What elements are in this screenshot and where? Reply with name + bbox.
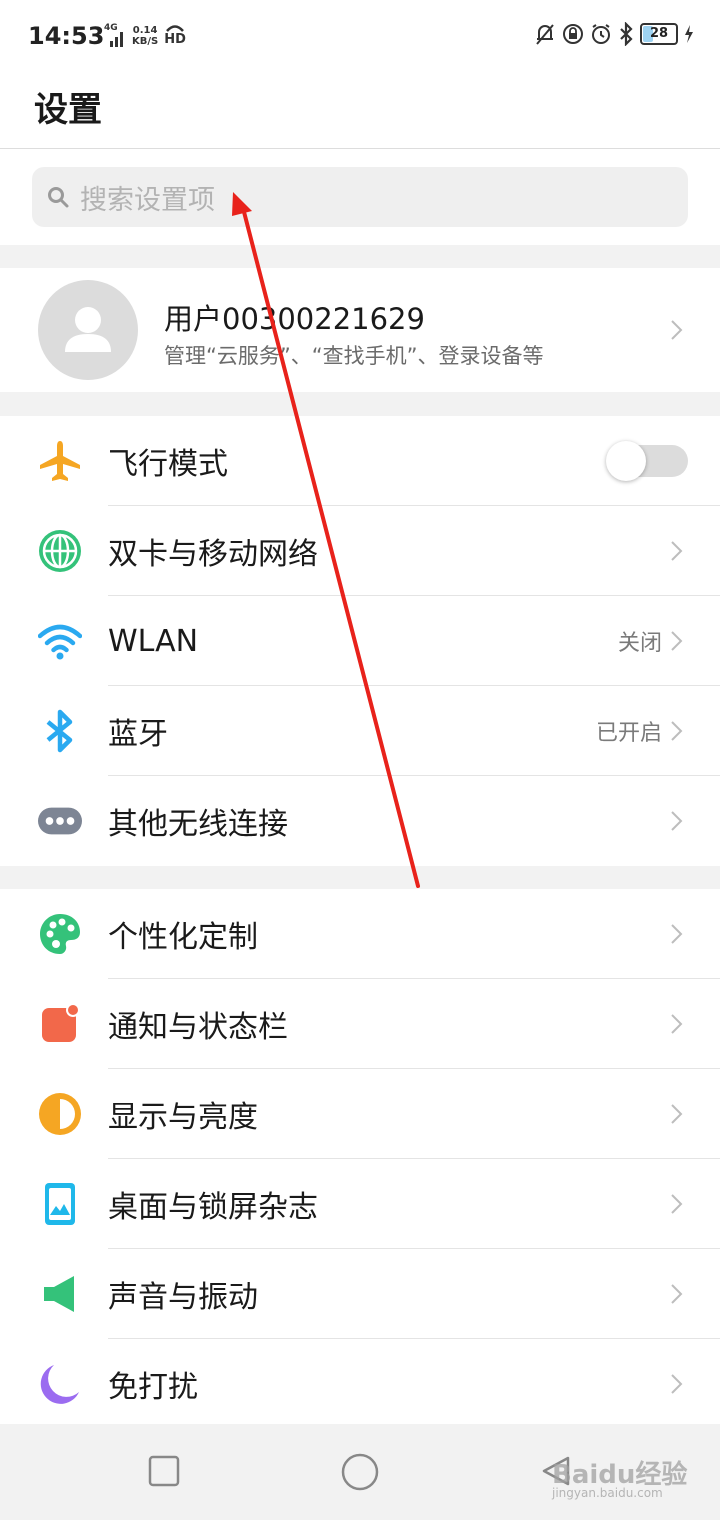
status-bar: 14:53 4G 0.14 KB/S HD 28	[0, 0, 720, 74]
airplane-icon	[38, 439, 82, 483]
navigation-bar: Baidu经验 jingyan.baidu.com	[0, 1424, 720, 1520]
network-indicator: 4G 0.14 KB/S HD	[104, 23, 186, 47]
bluetooth-status: 已开启	[595, 721, 662, 746]
bluetooth-status-icon	[620, 22, 633, 46]
account-name: 用户00300221629	[164, 302, 425, 336]
account-row[interactable]: 用户00300221629 管理“云服务”、“查找手机”、登录设备等	[0, 268, 720, 392]
notification-icon	[38, 1002, 82, 1046]
settings-item-label: 通知与状态栏	[108, 1010, 288, 1045]
palette-icon	[38, 912, 82, 956]
chevron-right-icon	[671, 541, 683, 561]
chevron-right-icon	[671, 1194, 683, 1214]
status-time: 14:53	[28, 22, 105, 50]
chevron-right-icon	[671, 924, 683, 944]
airplane-mode-toggle[interactable]	[606, 441, 688, 481]
more-dots-icon	[38, 799, 82, 843]
hd-indicator: HD	[164, 24, 186, 47]
settings-group-connectivity: 飞行模式 双卡与移动网络 WLAN 关闭 蓝牙 已开启 其他无线连接	[0, 416, 720, 866]
settings-item-label: 飞行模式	[108, 447, 228, 482]
wallpaper-icon	[38, 1182, 82, 1226]
battery-level: 28	[649, 26, 669, 41]
user-avatar-icon	[65, 307, 111, 352]
signal-icon: 4G	[104, 23, 126, 47]
rotation-lock-icon	[563, 24, 583, 44]
chevron-right-icon	[671, 631, 683, 651]
chevron-right-icon	[671, 811, 683, 831]
settings-item-dual-sim[interactable]: 双卡与移动网络	[0, 506, 720, 596]
settings-item-label: 其他无线连接	[108, 807, 288, 842]
settings-item-label: WLAN	[108, 623, 199, 659]
brightness-icon	[38, 1092, 82, 1136]
search-input[interactable]: 搜索设置项	[32, 167, 688, 227]
charging-icon	[685, 25, 693, 43]
chevron-right-icon	[671, 721, 683, 741]
toggle-knob	[606, 441, 646, 481]
chevron-right-icon	[671, 320, 683, 340]
hd-badge: HD	[164, 32, 186, 47]
settings-item-other-wireless[interactable]: 其他无线连接	[0, 776, 720, 866]
recents-button[interactable]	[148, 1455, 180, 1487]
globe-icon	[38, 529, 82, 573]
wifi-icon	[38, 619, 82, 663]
net-speed: 0.14 KB/S	[132, 25, 158, 47]
search-placeholder: 搜索设置项	[80, 184, 215, 216]
search-area: 搜索设置项	[0, 149, 720, 245]
wlan-status: 关闭	[617, 631, 662, 656]
settings-item-display[interactable]: 显示与亮度	[0, 1069, 720, 1159]
settings-item-sound[interactable]: 声音与振动	[0, 1249, 720, 1339]
home-button[interactable]	[341, 1453, 379, 1491]
settings-group-personalization: 个性化定制 通知与状态栏 显示与亮度 桌面与锁屏杂志 声音与振动 免打扰	[0, 889, 720, 1424]
settings-item-wlan[interactable]: WLAN 关闭	[0, 596, 720, 686]
chevron-right-icon	[671, 1014, 683, 1034]
account-subtitle: 管理“云服务”、“查找手机”、登录设备等	[164, 344, 544, 368]
settings-item-label: 免打扰	[108, 1370, 198, 1405]
net-speed-unit: KB/S	[132, 36, 159, 47]
chevron-right-icon	[671, 1284, 683, 1304]
chevron-right-icon	[671, 1374, 683, 1394]
settings-item-label: 蓝牙	[108, 717, 168, 752]
settings-item-do-not-disturb[interactable]: 免打扰	[0, 1339, 720, 1429]
settings-item-home-lockscreen[interactable]: 桌面与锁屏杂志	[0, 1159, 720, 1249]
search-icon	[48, 187, 69, 208]
avatar	[38, 280, 138, 380]
bluetooth-icon	[38, 709, 82, 753]
chevron-right-icon	[671, 1104, 683, 1124]
net-speed-value: 0.14	[132, 25, 158, 36]
status-icons: 28	[534, 22, 694, 46]
settings-item-label: 桌面与锁屏杂志	[108, 1190, 318, 1225]
settings-item-personalize[interactable]: 个性化定制	[0, 889, 720, 979]
settings-item-bluetooth[interactable]: 蓝牙 已开启	[0, 686, 720, 776]
settings-item-label: 个性化定制	[108, 920, 258, 955]
settings-item-label: 显示与亮度	[108, 1100, 258, 1135]
settings-item-label: 双卡与移动网络	[108, 537, 318, 572]
settings-item-label: 声音与振动	[108, 1280, 258, 1315]
header: 设置	[0, 74, 720, 149]
mute-bell-icon	[536, 24, 554, 45]
moon-icon	[38, 1362, 82, 1406]
alarm-icon	[592, 24, 610, 44]
settings-item-notifications[interactable]: 通知与状态栏	[0, 979, 720, 1069]
watermark-url: jingyan.baidu.com	[552, 1486, 663, 1500]
speaker-icon	[38, 1272, 82, 1316]
settings-item-airplane-mode[interactable]: 飞行模式	[0, 416, 720, 506]
hd-call-icon	[166, 25, 184, 32]
page-title: 设置	[34, 90, 102, 130]
battery-indicator: 28	[640, 23, 678, 45]
